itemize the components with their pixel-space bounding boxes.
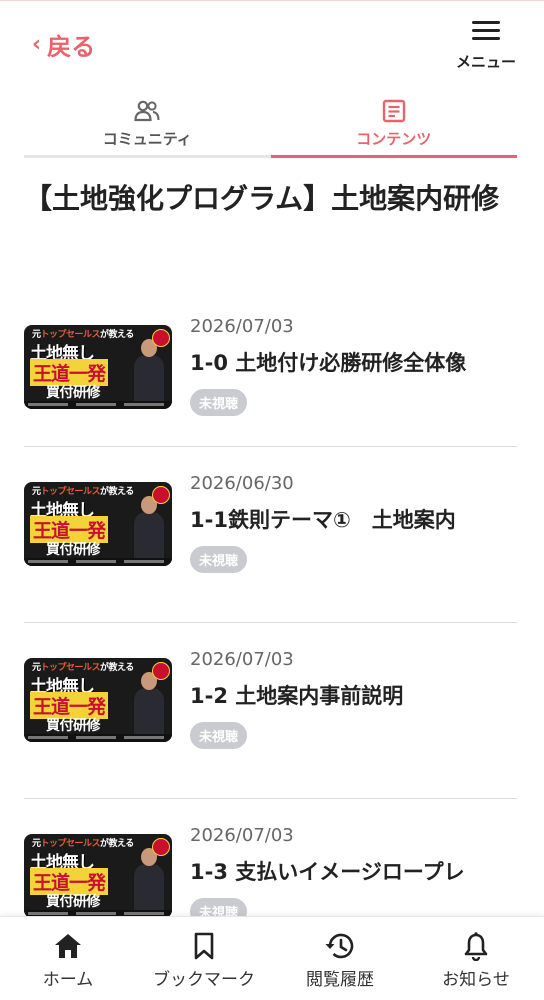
item-title: 1-3 支払いイメージロープレ xyxy=(190,860,465,884)
page-title: 【土地強化プログラム】土地案内研修 xyxy=(24,182,500,215)
top-bar: ‹ 戻る メニュー xyxy=(0,0,544,90)
tab-community[interactable]: コミュニティ xyxy=(24,94,271,155)
thumbnail-footer xyxy=(24,734,172,742)
home-icon xyxy=(0,929,136,963)
video-thumbnail: 元トップセールスが教える 土地無し 王道一発 買付研修 xyxy=(24,658,172,742)
thumbnail-footer xyxy=(24,401,172,409)
item-title: 1-1鉄則テーマ① 土地案内 xyxy=(190,508,456,532)
document-icon xyxy=(271,96,518,126)
back-label: 戻る xyxy=(47,33,96,61)
thumbnail-subtitle: 買付研修 xyxy=(46,542,101,558)
nav-home[interactable]: ホーム xyxy=(0,917,136,1000)
nav-bookmark[interactable]: ブックマーク xyxy=(136,917,272,1000)
menu-label: メニュー xyxy=(455,53,516,71)
item-title: 1-2 土地案内事前説明 xyxy=(190,684,404,708)
nav-notifications-label: お知らせ xyxy=(442,970,510,990)
item-date: 2026/07/03 xyxy=(190,825,294,846)
hamburger-icon xyxy=(472,19,500,41)
tab-contents-label: コンテンツ xyxy=(356,130,432,148)
list-item[interactable]: 元トップセールスが教える 土地無し 王道一発 買付研修 2026/07/03 1… xyxy=(24,623,517,799)
content-list: 元トップセールスが教える 土地無し 王道一発 買付研修 2026/07/03 1… xyxy=(24,290,517,975)
item-date: 2026/07/03 xyxy=(190,649,294,670)
nav-history[interactable]: 閲覧履歴 xyxy=(272,917,408,1000)
video-thumbnail: 元トップセールスが教える 土地無し 王道一発 買付研修 xyxy=(24,482,172,566)
status-badge: 未視聴 xyxy=(190,389,248,416)
video-thumbnail: 元トップセールスが教える 土地無し 王道一発 買付研修 xyxy=(24,834,172,918)
item-date: 2026/07/03 xyxy=(190,316,294,337)
history-icon xyxy=(272,929,408,963)
item-title: 1-0 土地付け必勝研修全体像 xyxy=(190,351,467,375)
tab-bar: コミュニティ コンテンツ xyxy=(24,94,517,158)
video-thumbnail: 元トップセールスが教える 土地無し 王道一発 買付研修 xyxy=(24,325,172,409)
status-badge: 未視聴 xyxy=(190,722,248,749)
thumbnail-subtitle: 買付研修 xyxy=(46,385,101,401)
seal-icon xyxy=(152,838,170,856)
seal-icon xyxy=(152,329,170,347)
nav-home-label: ホーム xyxy=(42,970,94,990)
thumbnail-subtitle: 買付研修 xyxy=(46,894,101,910)
item-date: 2026/06/30 xyxy=(190,473,294,494)
seal-icon xyxy=(152,486,170,504)
bookmark-icon xyxy=(136,929,272,963)
tab-contents[interactable]: コンテンツ xyxy=(270,94,518,158)
nav-bookmark-label: ブックマーク xyxy=(153,970,255,990)
seal-icon xyxy=(152,662,170,680)
thumbnail-footer xyxy=(24,558,172,566)
chevron-left-icon: ‹ xyxy=(32,32,42,57)
status-badge: 未視聴 xyxy=(190,546,248,573)
bottom-navigation: ホーム ブックマーク 閲覧履歴 お知らせ xyxy=(0,916,544,1000)
thumbnail-subtitle: 買付研修 xyxy=(46,718,101,734)
list-item[interactable]: 元トップセールスが教える 土地無し 王道一発 買付研修 2026/06/30 1… xyxy=(24,447,517,623)
people-icon xyxy=(24,96,271,126)
menu-button[interactable]: メニュー xyxy=(454,15,518,72)
list-item[interactable]: 元トップセールスが教える 土地無し 王道一発 買付研修 2026/07/03 1… xyxy=(24,290,517,447)
bell-icon xyxy=(408,929,544,963)
back-button[interactable]: ‹ 戻る xyxy=(32,27,95,62)
nav-notifications[interactable]: お知らせ xyxy=(408,917,544,1000)
nav-history-label: 閲覧履歴 xyxy=(306,970,374,990)
tab-community-label: コミュニティ xyxy=(102,130,192,148)
